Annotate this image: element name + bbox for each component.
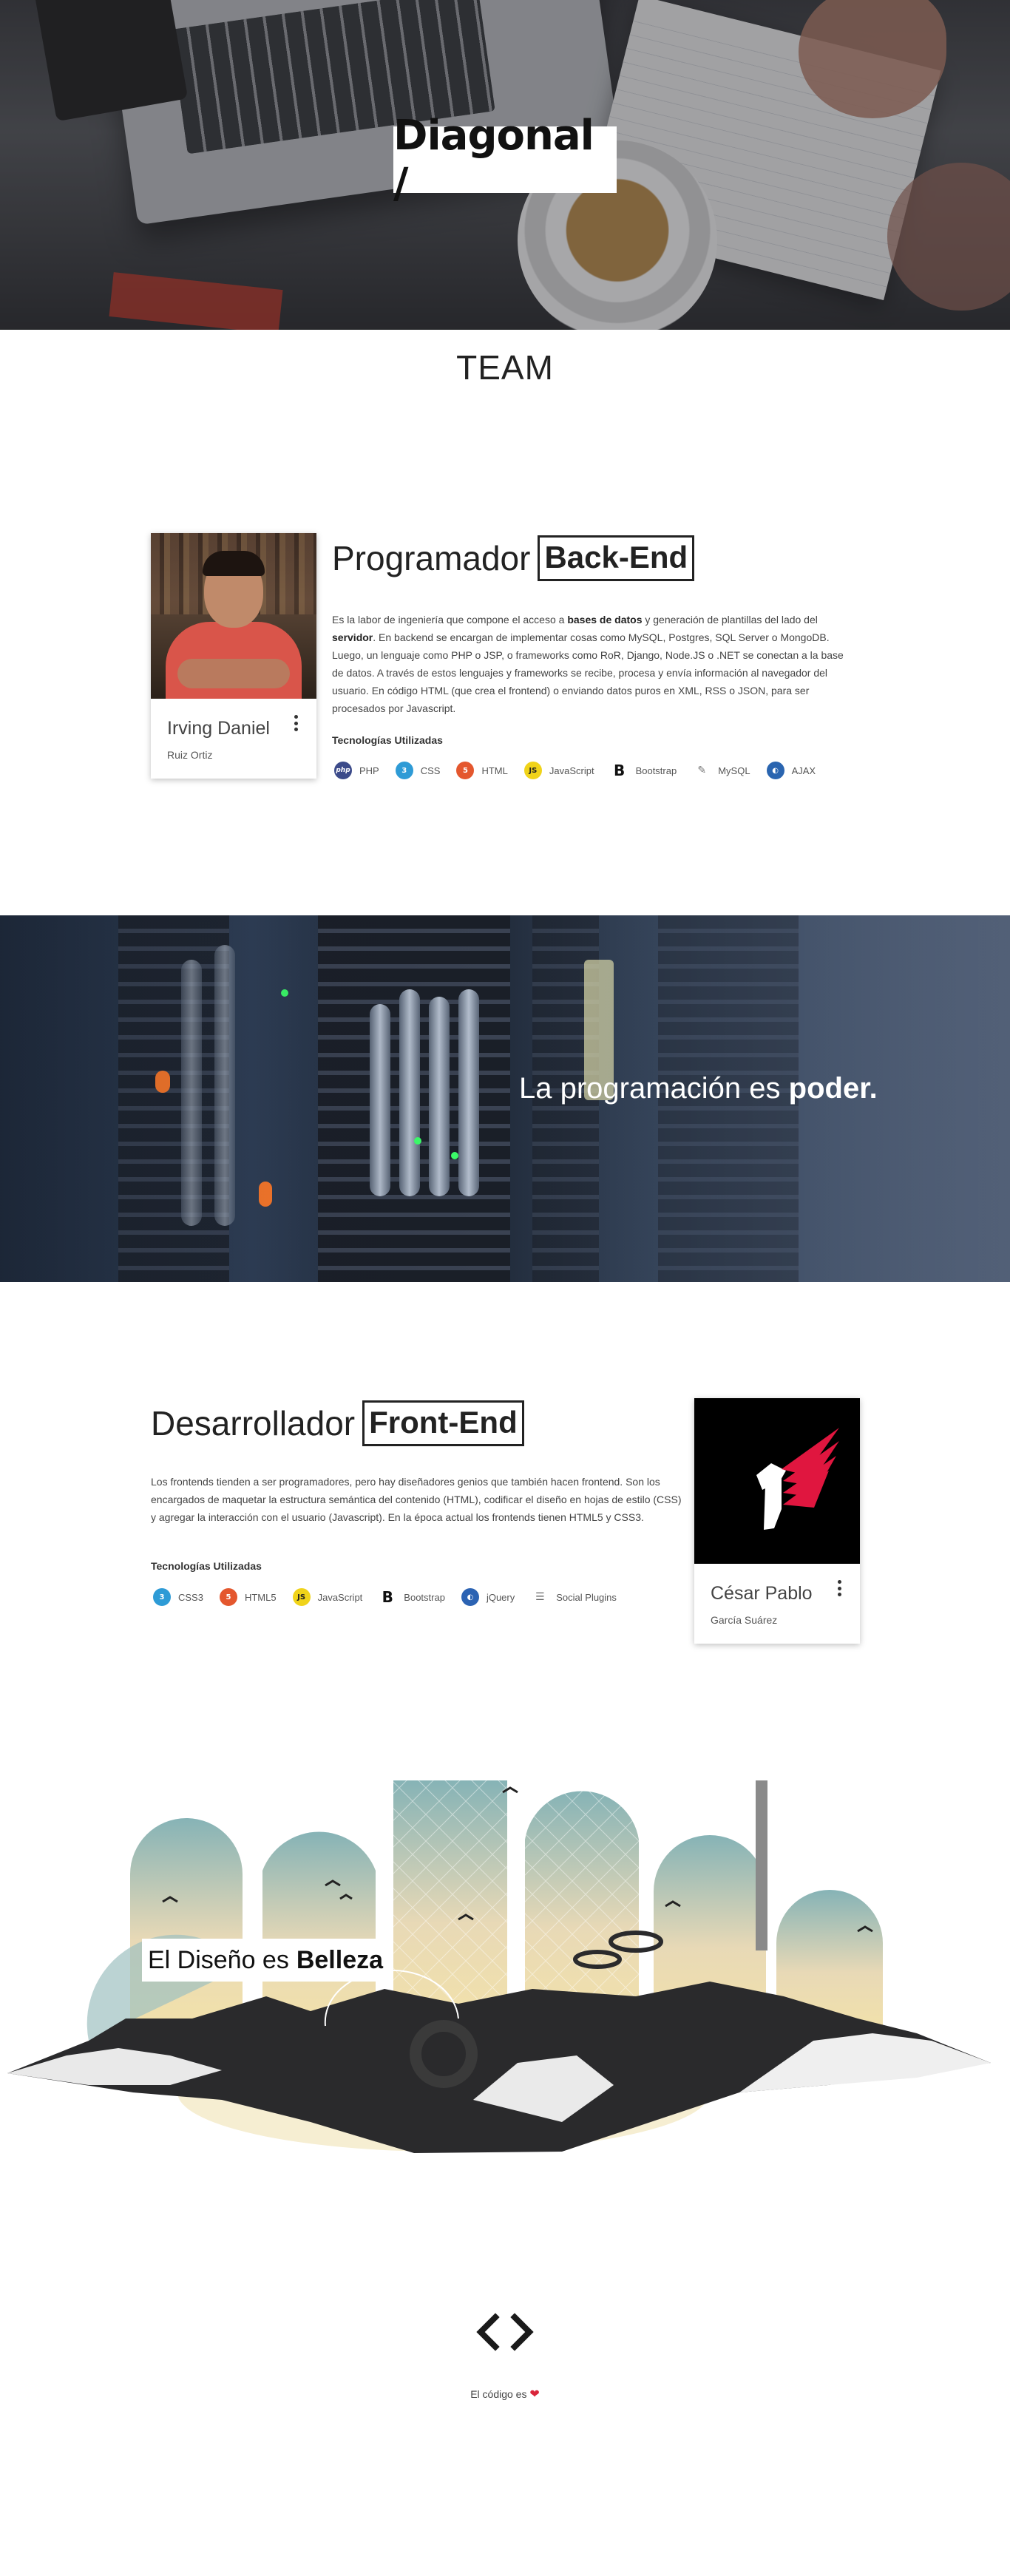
tech-label: Social Plugins	[556, 1591, 617, 1603]
tech-label: Bootstrap	[404, 1591, 445, 1603]
profile-card-cesar: César Pablo García Suárez	[694, 1398, 860, 1644]
social-plugins-icon: ☰	[535, 1591, 545, 1603]
more-options-icon[interactable]	[294, 715, 299, 731]
tech-label: Bootstrap	[635, 765, 677, 776]
jquery-icon: ◐	[461, 1588, 479, 1606]
brand-text: Diagonal /	[393, 112, 594, 208]
design-label: El Diseño es Belleza	[142, 1939, 389, 1982]
tech-label: HTML	[481, 765, 508, 776]
tech-label: JavaScript	[317, 1591, 363, 1603]
tech-item-javascript: JS JavaScript	[523, 762, 594, 779]
profile-card-irving: Irving Daniel Ruiz Ortiz	[151, 533, 316, 779]
frontend-tech-title: Tecnologías Utilizadas	[151, 1560, 262, 1572]
bootstrap-icon: B	[382, 1588, 393, 1606]
tech-item-php: php PHP	[334, 762, 379, 779]
tech-label: HTML5	[244, 1591, 277, 1603]
css-icon: 3	[395, 762, 413, 779]
role-title-boxed: Front-End	[362, 1400, 524, 1447]
code-icon	[476, 2313, 534, 2351]
ajax-icon: ◐	[766, 762, 784, 779]
tech-item-css: 3 CSS	[395, 762, 441, 779]
backend-tech-title: Tecnologías Utilizadas	[332, 734, 443, 746]
horse-logo-icon	[756, 1428, 839, 1530]
banner-quote: La programación es poder.	[519, 1072, 878, 1105]
page: Diagonal / TEAM Irving Daniel Ruiz Ortiz…	[0, 0, 1010, 2576]
tech-item-ajax: ◐ AJAX	[766, 762, 816, 779]
card-subtitle: García Suárez	[711, 1614, 778, 1626]
tech-item-jquery: ◐ jQuery	[461, 1588, 515, 1606]
tech-item-bootstrap: B Bootstrap	[611, 762, 677, 779]
php-icon: php	[334, 762, 352, 779]
backend-tech-list: php PHP 3 CSS 5 HTML JS JavaScript B Bootstrap ✎ My…	[334, 762, 832, 779]
css3-icon: 3	[153, 1588, 171, 1606]
tech-label: AJAX	[791, 765, 816, 776]
tech-item-mysql: ✎ MySQL	[693, 762, 750, 779]
backend-description: Es la labor de ingeniería que compone el…	[332, 614, 844, 714]
frontend-heading: Desarrollador Front-End	[151, 1400, 524, 1447]
tech-item-html: 5 HTML	[456, 762, 508, 779]
team-title: TEAM	[456, 348, 554, 387]
bootstrap-icon: B	[613, 762, 626, 779]
frontend-description: Los frontends tienden a ser programadore…	[151, 1476, 682, 1523]
role-title: Desarrollador	[151, 1404, 356, 1443]
role-title-boxed: Back-End	[538, 535, 695, 582]
card-name: César Pablo	[711, 1583, 813, 1604]
tech-item-css3: 3 CSS3	[153, 1588, 203, 1606]
brand-logo[interactable]: Diagonal /	[393, 112, 617, 208]
tech-label: PHP	[359, 765, 379, 776]
role-title: Programador	[332, 539, 531, 578]
tech-label: CSS3	[178, 1591, 203, 1603]
more-options-icon[interactable]	[838, 1580, 842, 1596]
javascript-icon: JS	[523, 762, 542, 779]
card-name: Irving Daniel	[167, 718, 270, 739]
profile-photo	[694, 1398, 860, 1564]
mysql-icon: ✎	[697, 765, 707, 776]
card-subtitle: Ruiz Ortiz	[167, 749, 213, 761]
tech-item-bootstrap: B Bootstrap	[379, 1588, 445, 1606]
html-icon: 5	[456, 762, 475, 779]
frontend-tech-list: 3 CSS3 5 HTML5 JS JavaScript B Bootstrap ◐ jQuery…	[153, 1588, 633, 1606]
tech-label: MySQL	[718, 765, 750, 776]
tech-label: jQuery	[486, 1591, 515, 1603]
tech-item-javascript: JS JavaScript	[292, 1588, 363, 1606]
footer-text: El código es ❤	[470, 2388, 540, 2401]
tech-label: CSS	[420, 765, 441, 776]
tech-item-html5: 5 HTML5	[219, 1588, 277, 1606]
tech-label: JavaScript	[549, 765, 594, 776]
javascript-icon: JS	[292, 1588, 311, 1606]
profile-photo	[151, 533, 316, 699]
heart-icon: ❤	[529, 2388, 540, 2401]
backend-heading: Programador Back-End	[332, 535, 695, 582]
html5-icon: 5	[219, 1588, 237, 1606]
tech-item-social-plugins: ☰ Social Plugins	[531, 1588, 617, 1606]
server-banner: La programación es poder.	[0, 915, 1010, 1282]
